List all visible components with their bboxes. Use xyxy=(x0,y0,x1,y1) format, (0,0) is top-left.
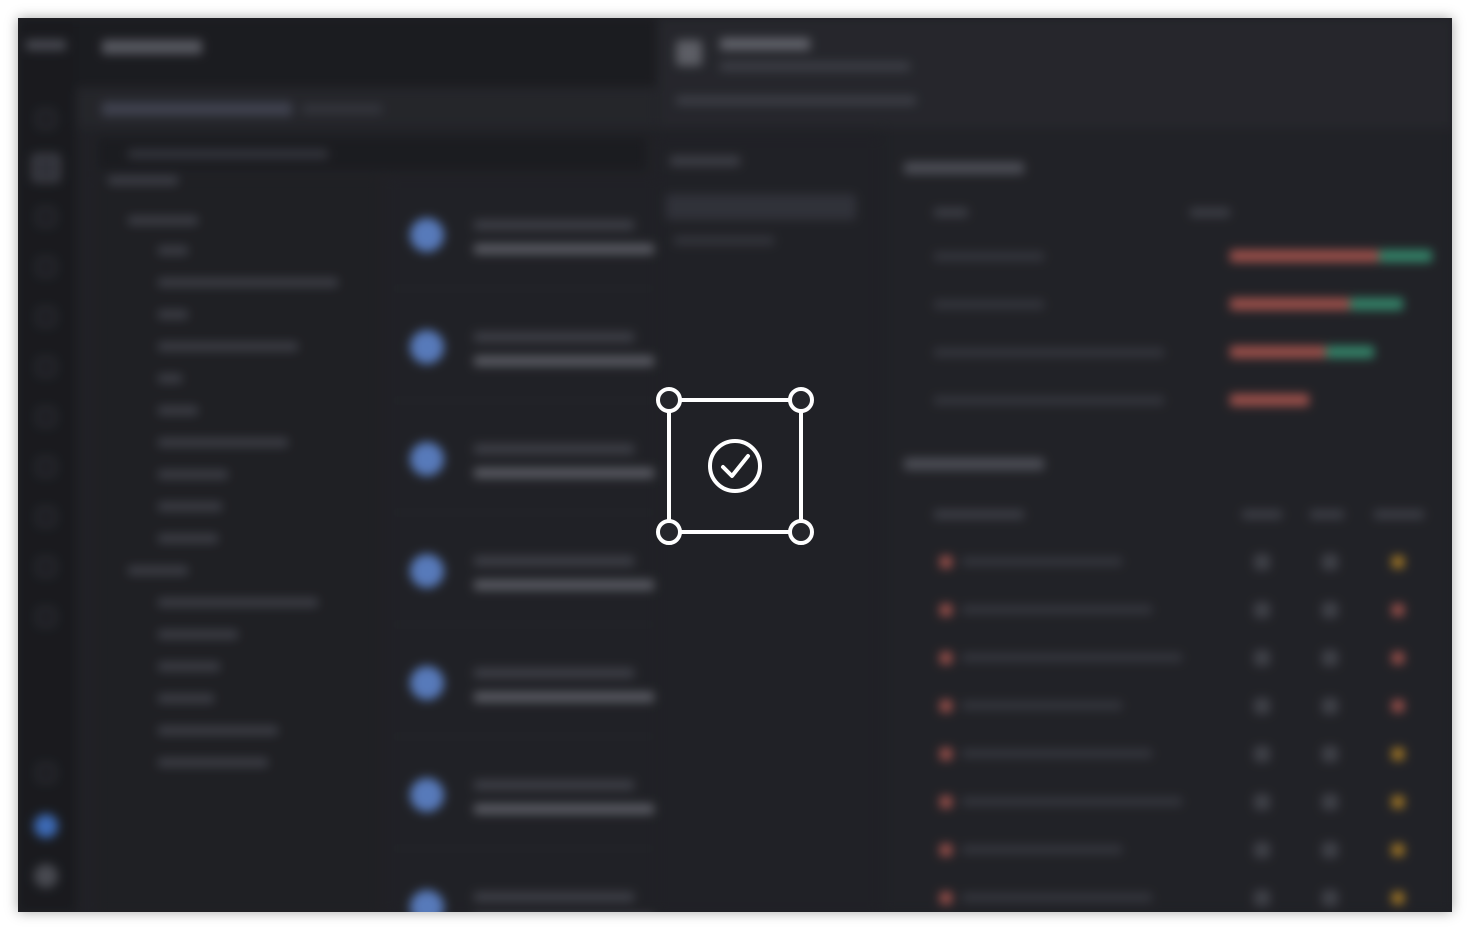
capture-overlay xyxy=(18,18,1452,912)
selection-check-icon xyxy=(656,387,814,545)
app-window xyxy=(18,18,1452,912)
